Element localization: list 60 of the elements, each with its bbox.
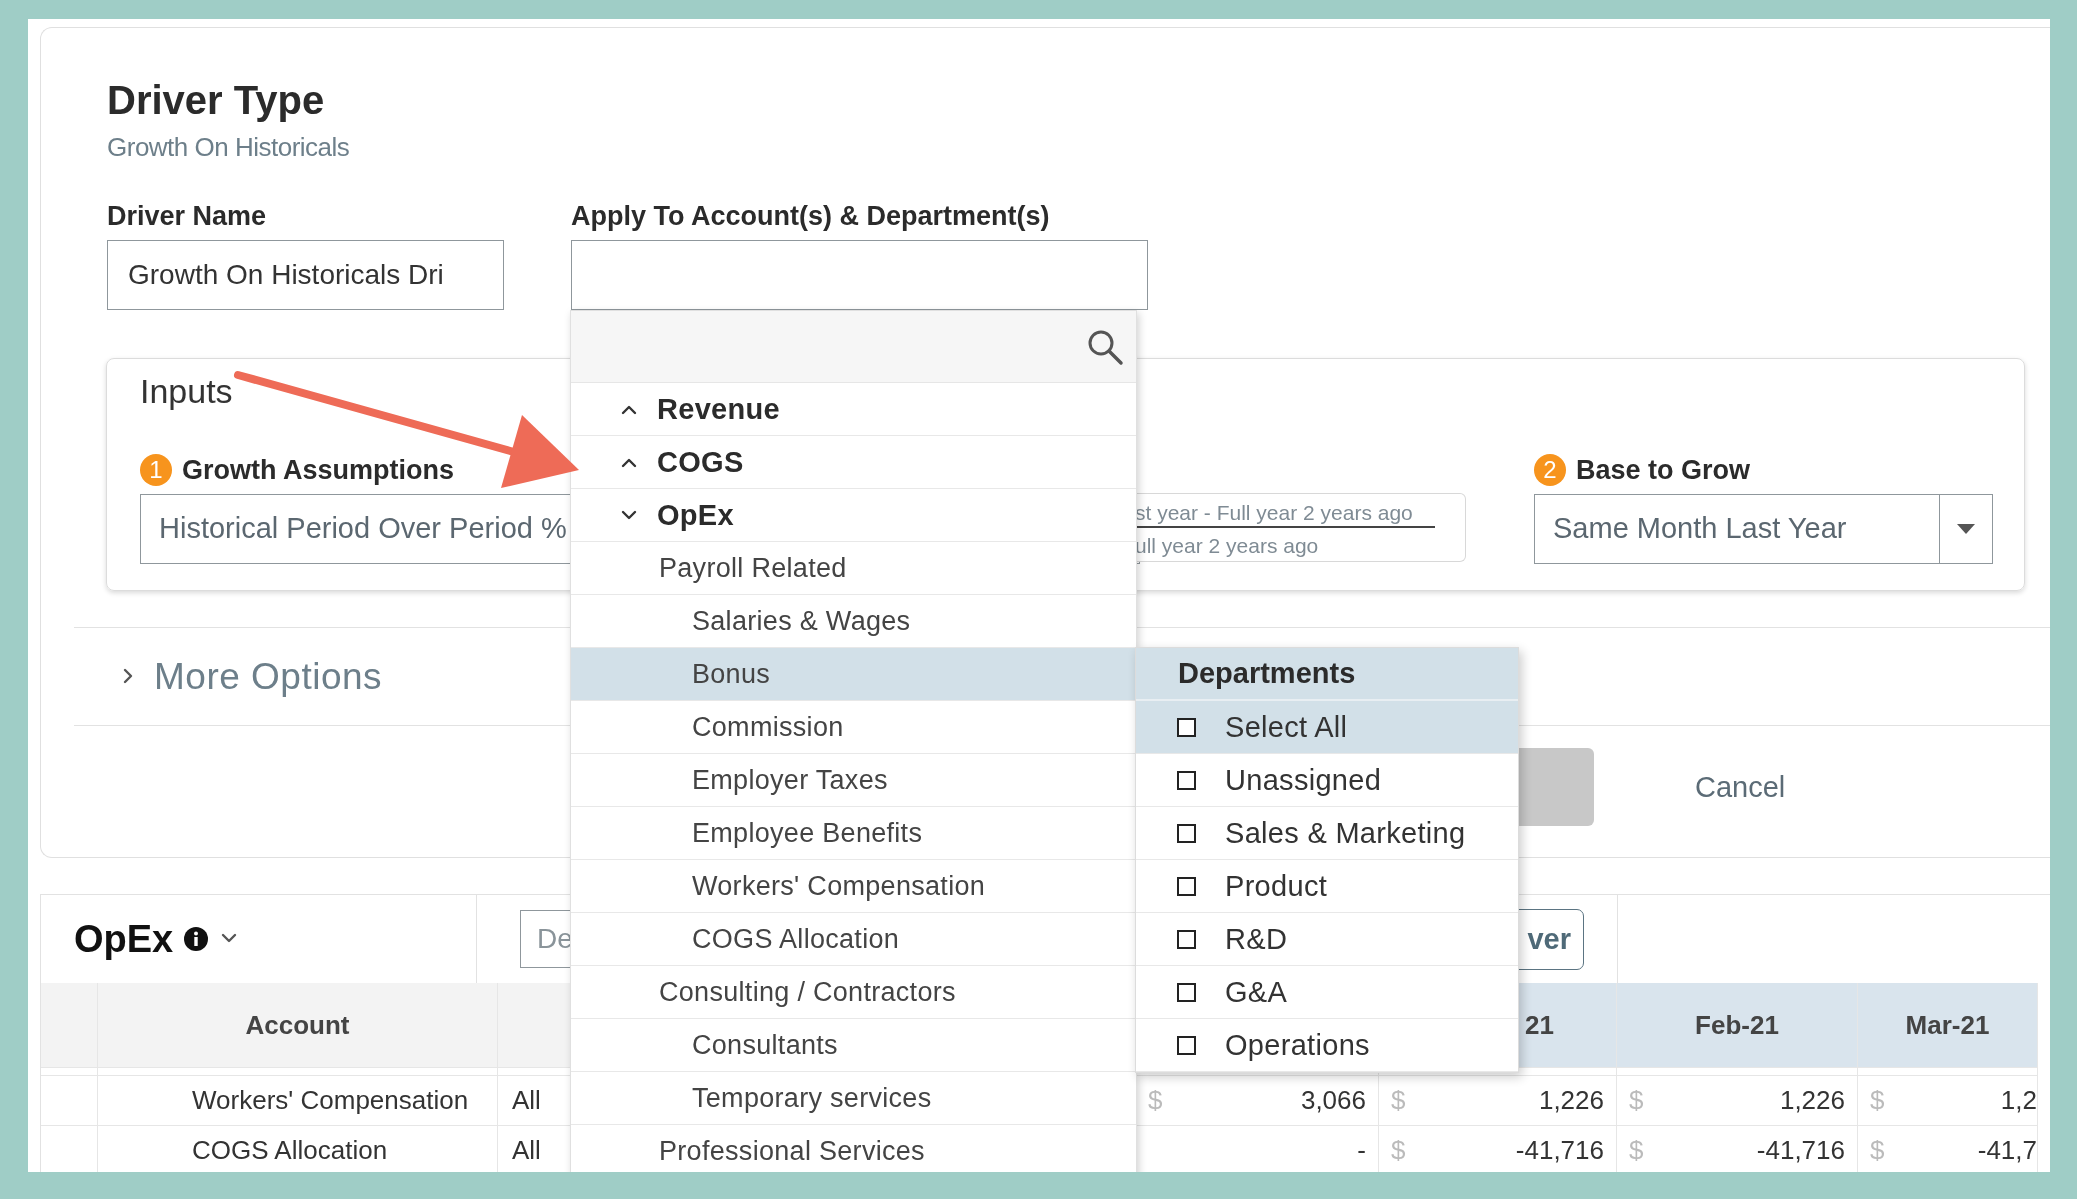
checkbox[interactable] xyxy=(1177,717,1196,737)
field-label: Base to Grow xyxy=(1576,454,1751,486)
checkbox[interactable] xyxy=(1177,929,1196,949)
field-label: Growth Assumptions xyxy=(182,454,454,486)
table-cell: -41,7 xyxy=(1977,1135,2037,1166)
currency-sign: $ xyxy=(1629,1135,1644,1166)
table-cell: 1,226 xyxy=(1779,1085,1845,1116)
account-item[interactable]: Bonus xyxy=(571,648,1136,701)
dialog-title: Driver Type xyxy=(107,77,326,124)
dialog-subtitle: Growth On Historicals xyxy=(107,132,351,162)
step-badge: 2 xyxy=(1534,454,1566,486)
department-option[interactable]: R&D xyxy=(1136,913,1518,966)
table-cell: -41,716 xyxy=(1515,1135,1604,1166)
table-header-cell: Feb-21 xyxy=(1617,983,1858,1068)
field-label: Driver Name xyxy=(107,200,268,232)
department-option[interactable]: Select All xyxy=(1136,701,1518,754)
account-item[interactable]: COGS xyxy=(571,436,1136,489)
table-cell: 1,226 xyxy=(1538,1085,1604,1116)
currency-sign: $ xyxy=(1629,1085,1644,1116)
menu-header: Departments xyxy=(1136,648,1518,701)
search-field[interactable] xyxy=(571,311,1136,383)
table-cell: COGS Allocation xyxy=(98,1126,498,1172)
panel-title: Inputs xyxy=(140,371,233,411)
department-option[interactable]: G&A xyxy=(1136,966,1518,1019)
department-option[interactable]: Operations xyxy=(1136,1019,1518,1072)
account-select-field[interactable] xyxy=(571,240,1148,310)
driver-name-field[interactable]: Growth On Historicals Dri xyxy=(107,240,504,310)
table-cell: 1,2 xyxy=(2000,1085,2037,1116)
table-cell: - xyxy=(1357,1135,1366,1166)
account-item[interactable]: Temporary services xyxy=(571,1072,1136,1125)
department-option[interactable]: Product xyxy=(1136,860,1518,913)
table-header-cell: Account xyxy=(98,983,498,1068)
cancel-button[interactable]: Cancel xyxy=(1689,766,1792,808)
currency-sign: $ xyxy=(1391,1085,1406,1116)
table-header-cell: Mar-21 xyxy=(1858,983,2038,1068)
department-option[interactable]: Unassigned xyxy=(1136,754,1518,807)
section-title: OpEx xyxy=(74,917,174,961)
field-label: Apply To Account(s) & Department(s) xyxy=(571,200,1051,232)
currency-sign: $ xyxy=(1148,1085,1163,1116)
checkbox[interactable] xyxy=(1177,770,1196,790)
account-item[interactable]: OpEx xyxy=(571,489,1136,542)
checkbox[interactable] xyxy=(1177,823,1196,843)
checkbox[interactable] xyxy=(1177,1035,1196,1055)
account-item[interactable]: Payroll Related xyxy=(571,542,1136,595)
checkbox[interactable] xyxy=(1177,876,1196,896)
info-icon xyxy=(183,926,210,952)
table-cell: Workers' Compensation xyxy=(98,1076,498,1126)
account-item[interactable]: Professional Services xyxy=(571,1125,1136,1172)
table-cell: -41,716 xyxy=(1756,1135,1845,1166)
currency-sign: $ xyxy=(1870,1135,1885,1166)
step-badge: 1 xyxy=(140,454,172,486)
base-to-grow-select[interactable]: Same Month Last Year xyxy=(1534,494,1993,564)
caret-icon xyxy=(1957,524,1975,534)
currency-sign: $ xyxy=(1870,1085,1885,1116)
table-cell: 3,066 xyxy=(1300,1085,1366,1116)
currency-sign: $ xyxy=(1391,1135,1406,1166)
checkbox[interactable] xyxy=(1177,982,1196,1002)
more-options-toggle[interactable]: More Options xyxy=(154,655,383,698)
account-item[interactable]: Revenue xyxy=(571,383,1136,436)
department-option[interactable]: Sales & Marketing xyxy=(1136,807,1518,860)
